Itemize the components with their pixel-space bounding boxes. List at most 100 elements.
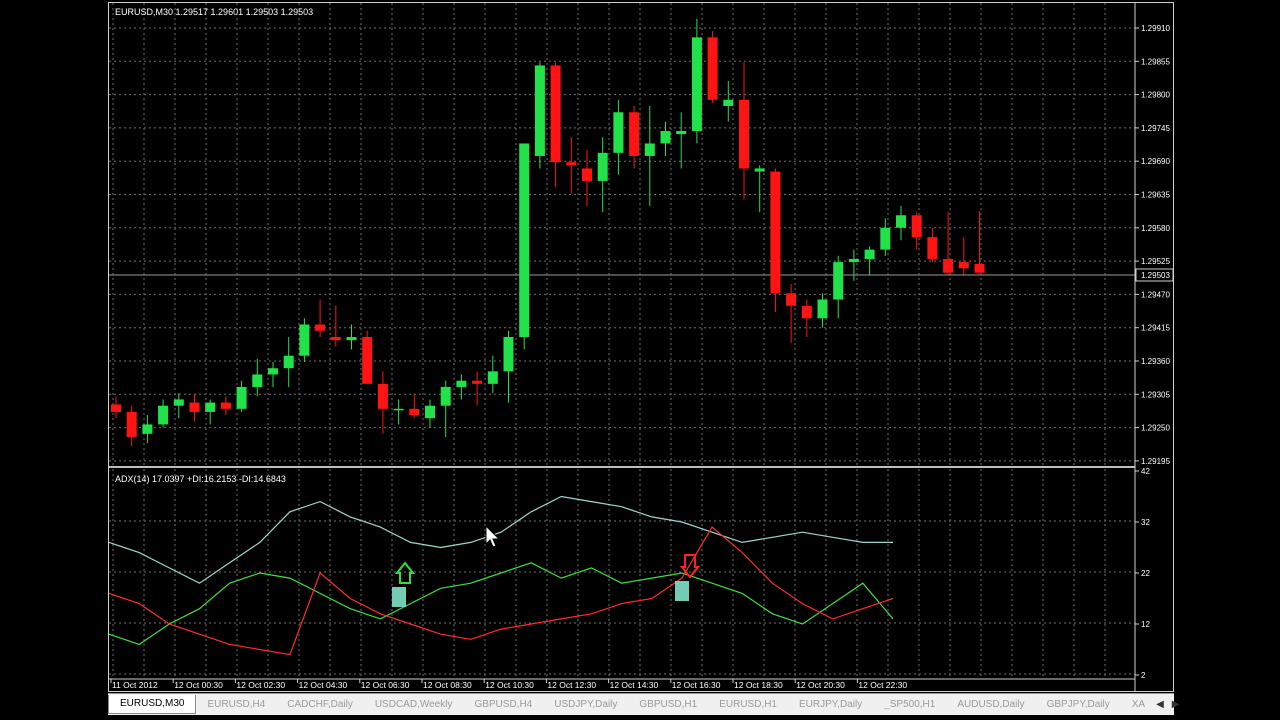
bull-candle bbox=[299, 324, 310, 356]
bear-candle bbox=[126, 411, 137, 437]
time-tick-label: 12 Oct 20:30 bbox=[796, 680, 845, 690]
bear-candle bbox=[927, 237, 938, 259]
indicator-tick-label: 22 bbox=[1141, 569, 1150, 578]
time-tick-label: 12 Oct 10:30 bbox=[485, 680, 534, 690]
time-tick-label: 12 Oct 18:30 bbox=[734, 680, 783, 690]
chart-tab[interactable]: EURJPY,Daily bbox=[788, 696, 873, 714]
bull-candle bbox=[754, 168, 765, 172]
bear-candle bbox=[911, 215, 922, 238]
price-tick-label: 1.29635 bbox=[1141, 191, 1170, 200]
price-tick-label: 1.29305 bbox=[1141, 390, 1170, 399]
bull-candle bbox=[503, 337, 514, 372]
bear-candle bbox=[315, 324, 326, 331]
chart-canvas[interactable]: 1.29910 1.29855 1.29800 1.29745 1.29690 1.296… bbox=[108, 3, 1174, 691]
bull-candle bbox=[676, 130, 687, 135]
bull-candle bbox=[864, 249, 875, 259]
tab-scroll-right-icon[interactable]: ▶ bbox=[1172, 699, 1180, 710]
indicator-tick-label: 12 bbox=[1141, 620, 1150, 629]
bear-candle bbox=[801, 305, 812, 319]
bear-candle bbox=[582, 168, 592, 181]
indicator-tick-label: 42 bbox=[1141, 467, 1150, 476]
price-tick-label: 1.29580 bbox=[1141, 224, 1170, 233]
bull-candle bbox=[252, 374, 263, 387]
sell-signal-box bbox=[675, 581, 689, 601]
bull-candle bbox=[691, 37, 702, 131]
price-tick-label: 1.29525 bbox=[1141, 257, 1170, 266]
chart-tab[interactable]: XA bbox=[1121, 696, 1156, 714]
bull-candle bbox=[425, 405, 435, 419]
chart-tab[interactable]: _SP500,H1 bbox=[873, 696, 946, 714]
tab-scroll-arrows: ◀ ▶ bbox=[1156, 699, 1185, 710]
mouse-cursor-icon bbox=[485, 524, 501, 548]
time-tick-label: 12 Oct 02:30 bbox=[236, 680, 285, 690]
time-tick-label: 12 Oct 06:30 bbox=[361, 680, 410, 690]
price-tick-label: 1.29855 bbox=[1141, 57, 1170, 66]
chart-tab[interactable]: GBPJPY,Daily bbox=[1036, 696, 1121, 714]
bull-candle bbox=[817, 299, 828, 319]
bear-candle bbox=[707, 37, 718, 100]
bear-candle bbox=[409, 408, 420, 416]
bull-candle bbox=[880, 227, 891, 250]
chart-tab[interactable]: EURUSD,H4 bbox=[196, 696, 276, 714]
time-tick-label: 12 Oct 14:30 bbox=[610, 680, 659, 690]
bear-candle bbox=[958, 262, 969, 269]
bear-candle bbox=[974, 263, 985, 273]
chart-tab[interactable]: GBPUSD,H4 bbox=[463, 696, 543, 714]
time-axis: 11 Oct 2012 12 Oct 00:30 12 Oct 02:30 12 Oc… bbox=[110, 679, 907, 690]
price-tick-label: 1.29690 bbox=[1141, 157, 1170, 166]
price-tick-label: 1.29415 bbox=[1141, 324, 1170, 333]
bear-candle bbox=[786, 293, 797, 306]
time-tick-label: 12 Oct 04:30 bbox=[299, 680, 348, 690]
bull-candle bbox=[644, 143, 655, 156]
bull-candle bbox=[833, 262, 844, 300]
price-tick-label: 1.29800 bbox=[1141, 91, 1170, 100]
adx-indicator-lines bbox=[108, 495, 894, 656]
bull-candle bbox=[205, 402, 216, 412]
indicator-tick-label: 2 bbox=[1141, 671, 1146, 680]
chart-tab[interactable]: EURUSD,M30 bbox=[108, 695, 197, 714]
adx-line bbox=[108, 495, 893, 584]
bull-candle bbox=[534, 65, 545, 156]
bull-candle bbox=[346, 337, 357, 341]
price-tick-label: 1.29910 bbox=[1141, 24, 1170, 33]
signal-markers bbox=[392, 554, 701, 607]
price-tick-label: 1.29745 bbox=[1141, 124, 1170, 133]
chart-tab[interactable]: GBPUSD,H1 bbox=[628, 696, 708, 714]
bear-candle bbox=[739, 99, 749, 169]
chart-window[interactable]: 1.29910 1.29855 1.29800 1.29745 1.29690 1.296… bbox=[108, 2, 1174, 692]
buy-arrow-icon bbox=[394, 561, 416, 584]
indicator-header: ADX(14) 17.0397 +DI:16.2153 -DI:14.6843 bbox=[115, 474, 286, 484]
bull-candle bbox=[268, 368, 278, 375]
chart-tab[interactable]: USDJPY,Daily bbox=[543, 696, 628, 714]
bull-candle bbox=[393, 408, 404, 411]
indicator-axis: 42 32 22 12 2 bbox=[1135, 467, 1150, 680]
chart-tab[interactable]: EURUSD,H1 bbox=[708, 696, 788, 714]
bear-candle bbox=[377, 383, 388, 409]
bull-candle bbox=[597, 152, 608, 181]
chart-tab[interactable]: AUDUSD,Daily bbox=[946, 696, 1035, 714]
bear-candle bbox=[943, 258, 954, 273]
chart-tab-bar: EURUSD,M30 EURUSD,H4 CADCHF,Daily USDCAD,We… bbox=[108, 693, 1180, 715]
bear-candle bbox=[362, 337, 373, 384]
bear-candle bbox=[189, 402, 200, 412]
bull-candle bbox=[660, 130, 671, 144]
bear-candle bbox=[330, 337, 341, 341]
buy-signal-box bbox=[392, 587, 406, 607]
bull-candle bbox=[487, 371, 498, 384]
chart-tab[interactable]: USDCAD,Weekly bbox=[364, 696, 464, 714]
grid bbox=[109, 3, 1135, 679]
bull-candle bbox=[142, 424, 153, 434]
price-tick-label: 1.29250 bbox=[1141, 424, 1170, 433]
time-tick-label: 12 Oct 00:30 bbox=[174, 680, 223, 690]
current-price-label: 1.29503 bbox=[1141, 271, 1170, 280]
bull-candle bbox=[283, 355, 294, 369]
price-tick-label: 1.29195 bbox=[1141, 457, 1170, 466]
chart-tab[interactable]: CADCHF,Daily bbox=[276, 696, 364, 714]
time-tick-label: 12 Oct 16:30 bbox=[672, 680, 721, 690]
bull-candle bbox=[236, 386, 247, 409]
bear-candle bbox=[629, 112, 640, 156]
price-tick-label: 1.29360 bbox=[1141, 357, 1170, 366]
tab-scroll-left-icon[interactable]: ◀ bbox=[1156, 699, 1164, 710]
indicator-tick-label: 32 bbox=[1141, 518, 1150, 527]
bear-candle bbox=[566, 162, 577, 166]
